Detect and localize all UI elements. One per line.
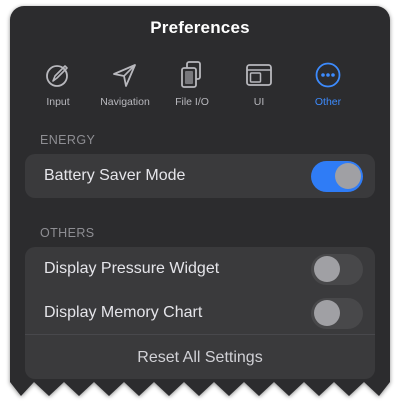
- tab-file-io[interactable]: File I/O: [154, 58, 230, 116]
- panel-title: Preferences: [150, 18, 250, 37]
- battery-saver-toggle[interactable]: [311, 160, 363, 192]
- memory-chart-row: Display Memory Chart: [25, 291, 375, 335]
- tab-ui[interactable]: UI: [221, 58, 297, 116]
- memory-chart-toggle[interactable]: [311, 297, 363, 329]
- tab-bar: Input Navigation File I/O UI Other: [10, 58, 390, 118]
- more-ellipsis-circle-icon: [315, 62, 341, 88]
- preferences-panel: Preferences Input Navigation File I/O UI…: [10, 6, 390, 412]
- tab-input-label: Input: [46, 96, 70, 108]
- pressure-widget-toggle[interactable]: [311, 253, 363, 285]
- tab-ui-label: UI: [253, 96, 265, 108]
- toggle-knob: [313, 300, 340, 326]
- others-section-header: OTHERS: [40, 226, 95, 240]
- layout-window-icon: [246, 64, 272, 86]
- energy-section-header: ENERGY: [40, 133, 96, 147]
- others-group: Display Pressure Widget Display Memory C…: [25, 247, 375, 379]
- input-icon: [46, 65, 68, 87]
- tab-input[interactable]: Input: [20, 58, 96, 116]
- reset-all-settings-label: Reset All Settings: [137, 349, 263, 366]
- toggle-knob: [334, 163, 361, 189]
- battery-saver-row: Battery Saver Mode: [25, 154, 375, 198]
- memory-chart-label: Display Memory Chart: [44, 304, 203, 321]
- pressure-widget-row: Display Pressure Widget: [25, 247, 375, 291]
- tab-other[interactable]: Other: [290, 58, 366, 116]
- tab-navigation[interactable]: Navigation: [87, 58, 163, 116]
- energy-group: Battery Saver Mode: [25, 154, 375, 198]
- battery-saver-label: Battery Saver Mode: [44, 167, 186, 184]
- toggle-knob: [313, 256, 340, 282]
- tab-other-label: Other: [314, 96, 342, 108]
- navigation-arrow-icon: [113, 64, 136, 87]
- pressure-widget-label: Display Pressure Widget: [44, 260, 220, 277]
- documents-icon: [181, 61, 201, 88]
- tab-navigation-label: Navigation: [100, 96, 150, 108]
- tab-file-io-label: File I/O: [175, 96, 209, 108]
- preferences-popover: Preferences Input Navigation File I/O UI…: [10, 6, 390, 396]
- reset-all-settings-button[interactable]: Reset All Settings: [25, 335, 375, 379]
